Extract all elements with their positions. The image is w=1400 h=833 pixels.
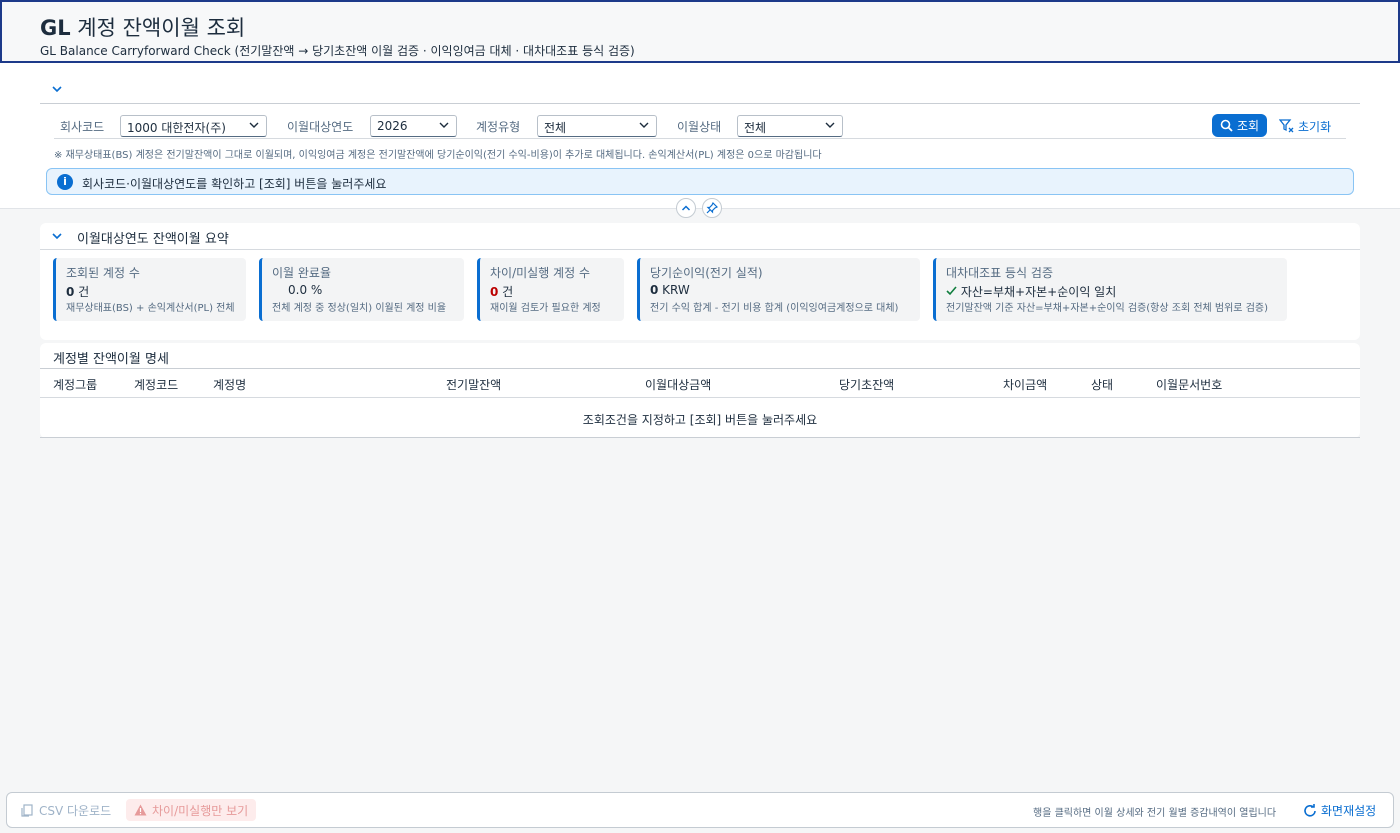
chevron-down-icon: [439, 122, 449, 128]
detail-table-panel: 계정별 잔액이월 명세 계정그룹 계정코드 계정명 전기말잔액 이월대상금액 당…: [40, 343, 1360, 438]
csv-download-button[interactable]: CSV 다운로드: [21, 802, 111, 819]
kpi-subtext: 재무상태표(BS) + 손익계산서(PL) 전체: [66, 303, 235, 314]
table-bottom-divider: [40, 437, 1360, 438]
carryforward-status-select[interactable]: 전체: [737, 115, 843, 137]
kpi-subtext: 전기말잔액 기준 자산=부채+자본+순이익 검증(항상 조회 전체 범위로 검증…: [946, 303, 1268, 314]
kpi-card-completion-rate: 이월 완료율 0.0 % 전체 계정 중 정상(일치) 이월된 계정 비율: [259, 258, 464, 321]
column-header-difference[interactable]: 차이금액: [1003, 376, 1047, 393]
search-button[interactable]: 조회: [1212, 114, 1267, 137]
column-header-account-code[interactable]: 계정코드: [134, 376, 178, 393]
column-header-opening-balance[interactable]: 당기초잔액: [839, 376, 894, 393]
kpi-subtext: 재이월 검토가 필요한 계정: [490, 303, 601, 314]
summary-divider: [40, 249, 1360, 250]
clear-filter-icon: [1279, 119, 1294, 133]
column-header-account-name[interactable]: 계정명: [213, 376, 246, 393]
table-header-divider: [40, 397, 1360, 398]
show-differences-only-button[interactable]: 차이/미실행만 보기: [126, 799, 257, 821]
account-type-select[interactable]: 전체: [537, 115, 657, 137]
document-copy-icon: [21, 804, 33, 817]
detail-table-title: 계정별 잔액이월 명세: [53, 352, 169, 367]
carryforward-status-label: 이월상태: [677, 120, 722, 134]
page-title: GL 계정 잔액이월 조회: [40, 16, 246, 40]
summary-title: 이월대상연도 잔액이월 요약: [77, 232, 229, 247]
kpi-card-account-count: 조회된 계정 수 0 건 재무상태표(BS) + 손익계산서(PL) 전체: [53, 258, 246, 321]
kpi-label: 대차대조표 등식 검증: [946, 266, 1053, 280]
column-header-account-group[interactable]: 계정그룹: [53, 376, 97, 393]
company-code-label: 회사코드: [60, 120, 105, 134]
kpi-label: 당기순이익(전기 실적): [650, 266, 763, 280]
refresh-icon: [1304, 803, 1316, 817]
page-subtitle: GL Balance Carryforward Check (전기말잔액 → 당…: [40, 44, 635, 58]
kpi-value: 0 건: [490, 285, 514, 299]
info-message-text: 회사코드·이월대상연도를 확인하고 [조회] 버튼을 눌러주세요: [82, 177, 387, 191]
account-type-label: 계정유형: [476, 120, 521, 134]
kpi-card-balance-check: 대차대조표 등식 검증 자산=부채+자본+순이익 일치 전기말잔액 기준 자산=…: [933, 258, 1287, 321]
chevron-up-icon: [681, 205, 691, 211]
filter-divider: [40, 103, 1360, 104]
kpi-label: 차이/미실행 계정 수: [490, 266, 590, 280]
reset-filters-button[interactable]: 초기화: [1279, 116, 1331, 136]
warning-icon: [134, 804, 147, 816]
summary-collapse-chevron-icon[interactable]: [51, 230, 63, 242]
pin-icon: [706, 202, 718, 214]
table-empty-message: 조회조건을 지정하고 [조회] 버튼을 눌러주세요: [582, 413, 818, 427]
target-year-select[interactable]: 2026: [370, 115, 457, 137]
checkmark-icon: [946, 286, 957, 296]
row-click-hint: 행을 클릭하면 이월 상세와 전기 월별 증감내역이 열립니다: [1033, 808, 1277, 819]
chevron-down-icon: [639, 122, 649, 128]
carryforward-note: ※ 재무상태표(BS) 계정은 전기말잔액이 그대로 이월되며, 이익잉여금 계…: [54, 150, 822, 161]
kpi-subtext: 전기 수익 합계 - 전기 비용 합계 (이익잉여금계정으로 대체): [650, 303, 899, 314]
kpi-value: 0 건: [66, 285, 90, 299]
column-header-carryforward-amount[interactable]: 이월대상금액: [645, 376, 711, 393]
search-icon: [1220, 119, 1233, 132]
page-header: GL 계정 잔액이월 조회 GL Balance Carryforward Ch…: [0, 0, 1400, 63]
target-year-label: 이월대상연도: [287, 120, 354, 134]
kpi-label: 이월 완료율: [272, 266, 332, 280]
kpi-value: 0.0 %: [288, 283, 323, 297]
column-header-document-number[interactable]: 이월문서번호: [1156, 376, 1222, 393]
column-header-prior-end-balance[interactable]: 전기말잔액: [446, 376, 501, 393]
filter-collapse-chevron-icon[interactable]: [50, 82, 64, 96]
column-header-status[interactable]: 상태: [1091, 376, 1113, 393]
chevron-down-icon: [825, 122, 835, 128]
kpi-label: 조회된 계정 수: [66, 266, 140, 280]
info-icon: i: [57, 174, 73, 190]
company-code-select[interactable]: 1000 대한전자(주): [120, 115, 267, 137]
reset-screen-button[interactable]: 화면재설정: [1303, 802, 1376, 819]
summary-panel: 이월대상연도 잔액이월 요약 조회된 계정 수 0 건 재무상태표(BS) + …: [40, 223, 1360, 340]
pin-header-button[interactable]: [702, 198, 722, 218]
kpi-value: 0 KRW: [650, 283, 690, 297]
detail-divider: [40, 368, 1360, 369]
filter-row-divider: [54, 138, 1346, 139]
footer-toolbar: CSV 다운로드 차이/미실행만 보기 행을 클릭하면 이월 상세와 전기 월별…: [6, 792, 1394, 828]
kpi-value: 자산=부채+자본+순이익 일치: [946, 283, 1116, 300]
collapse-header-button[interactable]: [676, 198, 696, 218]
kpi-card-diff-count: 차이/미실행 계정 수 0 건 재이월 검토가 필요한 계정: [477, 258, 624, 321]
kpi-subtext: 전체 계정 중 정상(일치) 이월된 계정 비율: [272, 303, 447, 314]
info-message-strip: i 회사코드·이월대상연도를 확인하고 [조회] 버튼을 눌러주세요: [46, 168, 1354, 195]
chevron-down-icon: [249, 122, 259, 128]
kpi-card-net-income: 당기순이익(전기 실적) 0 KRW 전기 수익 합계 - 전기 비용 합계 (…: [637, 258, 920, 321]
